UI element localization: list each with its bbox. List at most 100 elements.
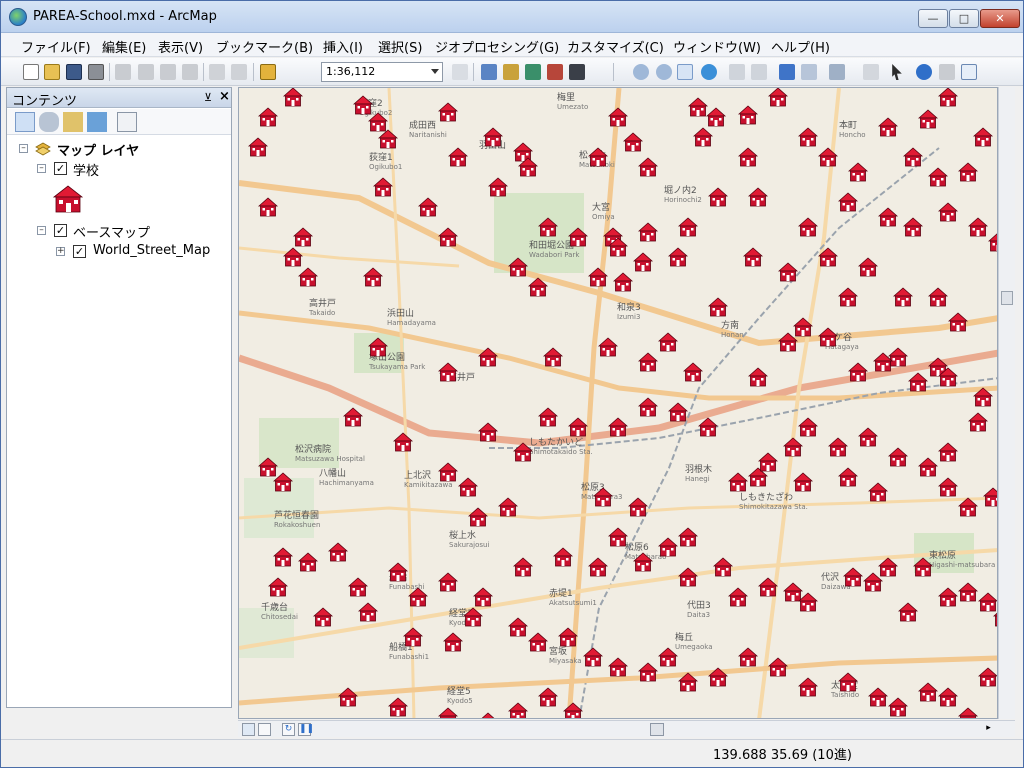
group-visibility-checkbox[interactable]: ✓	[54, 224, 67, 237]
layout-view-icon[interactable]	[258, 723, 271, 736]
cut-icon[interactable]	[115, 64, 131, 80]
full-extent-icon[interactable]	[701, 64, 717, 80]
open-folder-icon[interactable]	[44, 64, 60, 80]
pause-drawing-icon[interactable]: ❚❚	[298, 723, 314, 736]
map-vertical-scrollbar[interactable]	[998, 87, 1015, 719]
collapse-icon[interactable]: –	[37, 164, 46, 173]
menu-file[interactable]: ファイル(F)	[21, 37, 91, 56]
identify-icon[interactable]	[916, 64, 932, 80]
menu-bar: ファイル(F) 編集(E) 表示(V) ブックマーク(B) 挿入(I) 選択(S…	[1, 33, 1023, 57]
select-features-icon[interactable]	[829, 64, 845, 80]
horizontal-scroll-thumb[interactable]	[650, 723, 664, 736]
zoom-out-icon[interactable]	[656, 64, 672, 80]
toc-header: コンテンツ ⊻ ×	[7, 88, 231, 109]
toc-title: コンテンツ	[12, 94, 78, 109]
menu-customize[interactable]: カスタマイズ(C)	[567, 37, 664, 56]
editor-toolbar-icon[interactable]	[452, 64, 468, 80]
save-icon[interactable]	[66, 64, 82, 80]
forward-arrow-icon[interactable]	[801, 64, 817, 80]
toc-window-icon[interactable]	[481, 64, 497, 80]
new-document-icon[interactable]	[23, 64, 39, 80]
catalog-window-icon[interactable]	[503, 64, 519, 80]
standard-toolbar: 1:36,112	[1, 58, 1023, 86]
map-place-label: 羽根木	[685, 463, 712, 475]
close-button[interactable]: ✕	[980, 9, 1020, 28]
menu-insert[interactable]: 挿入(I)	[323, 37, 363, 56]
arcmap-app-icon	[9, 8, 27, 26]
back-arrow-icon[interactable]	[779, 64, 795, 80]
refresh-icon[interactable]: ↻	[282, 723, 295, 736]
minimize-button[interactable]: —	[918, 9, 948, 28]
layer-label-street-map[interactable]: World_Street_Map	[93, 243, 210, 258]
layer-row-school[interactable]: – ✓ 学校	[7, 160, 231, 179]
map-place-sublabel: Shimokitazawa Sta.	[739, 503, 808, 511]
group-row-basemap[interactable]: – ✓ ベースマップ	[7, 222, 231, 241]
menu-geoprocessing[interactable]: ジオプロセシング(G)	[435, 37, 559, 56]
list-by-drawing-order-icon[interactable]	[15, 112, 35, 132]
close-icon[interactable]: ×	[219, 89, 230, 104]
menu-window[interactable]: ウィンドウ(W)	[673, 37, 761, 56]
delete-icon[interactable]	[182, 64, 198, 80]
toc-toolbar	[7, 109, 231, 135]
pan-hand-icon[interactable]	[677, 64, 693, 80]
collapse-icon[interactable]: –	[37, 226, 46, 235]
chevron-down-icon	[431, 69, 439, 74]
menu-edit[interactable]: 編集(E)	[102, 37, 146, 56]
layer-visibility-checkbox[interactable]: ✓	[73, 245, 86, 258]
print-icon[interactable]	[88, 64, 104, 80]
map-place-sublabel: Kamikitazawa	[404, 481, 453, 489]
map-place-sublabel: Sakurajosui	[449, 541, 489, 549]
map-layers-label[interactable]: マップ レイヤ	[57, 140, 139, 159]
menu-view[interactable]: 表示(V)	[158, 37, 203, 56]
menu-bookmarks[interactable]: ブックマーク(B)	[216, 37, 313, 56]
map-place-label: 赤堤1	[549, 588, 573, 599]
data-view-icon[interactable]	[242, 723, 255, 736]
list-by-selection-icon[interactable]	[87, 112, 107, 132]
collapse-icon[interactable]: –	[19, 144, 28, 153]
paste-icon[interactable]	[160, 64, 176, 80]
map-place-label: 八幡山	[319, 467, 346, 479]
clear-selection-icon[interactable]	[863, 64, 879, 80]
options-icon[interactable]	[117, 112, 137, 132]
layer-visibility-checkbox[interactable]: ✓	[54, 162, 67, 175]
expand-icon[interactable]: +	[56, 247, 65, 256]
hyperlink-icon[interactable]	[939, 64, 955, 80]
fixed-zoom-in-icon[interactable]	[729, 64, 745, 80]
map-place-sublabel: Hachimanyama	[319, 479, 374, 487]
scroll-right-icon[interactable]: ▸	[982, 723, 995, 736]
menu-help[interactable]: ヘルプ(H)	[771, 37, 830, 56]
map-place-label: 代沢	[821, 571, 839, 583]
layer-label-school[interactable]: 学校	[73, 160, 99, 179]
map-place-sublabel: Chitosedai	[261, 613, 298, 621]
map-place-label: 代田3	[687, 600, 711, 611]
map-place-sublabel: Matsuzawa Hospital	[295, 455, 365, 463]
group-label-basemap[interactable]: ベースマップ	[73, 222, 150, 241]
list-by-visibility-icon[interactable]	[63, 112, 83, 132]
undo-icon[interactable]	[209, 64, 225, 80]
maximize-button[interactable]: □	[949, 9, 979, 28]
map-place-label: 和田堀公園	[529, 240, 574, 251]
select-elements-icon[interactable]	[892, 64, 902, 80]
menu-selection[interactable]: 選択(S)	[378, 37, 422, 56]
html-popup-icon[interactable]	[961, 64, 977, 80]
add-data-icon[interactable]	[260, 64, 276, 80]
fixed-zoom-out-icon[interactable]	[751, 64, 767, 80]
python-window-icon[interactable]	[569, 64, 585, 80]
scrollbar-thumb[interactable]	[1001, 291, 1013, 305]
pin-icon[interactable]: ⊻	[204, 91, 212, 104]
map-place-label: しもたかいど	[529, 437, 583, 448]
search-window-icon[interactable]	[525, 64, 541, 80]
map-place-sublabel: Daita3	[687, 611, 710, 619]
zoom-in-icon[interactable]	[633, 64, 649, 80]
layer-row-street-map[interactable]: + ✓ World_Street_Map	[7, 243, 231, 261]
copy-icon[interactable]	[138, 64, 154, 80]
map-place-label: 東松原	[929, 549, 956, 561]
map-place-sublabel: Honcho	[839, 131, 866, 139]
list-by-source-icon[interactable]	[39, 112, 59, 132]
arctoolbox-icon[interactable]	[547, 64, 563, 80]
map-view[interactable]: 荻窪2Ogikubo2成田西Naritanishi梅里Umezato松ノ木Mat…	[238, 87, 998, 719]
redo-icon[interactable]	[231, 64, 247, 80]
map-canvas[interactable]: 荻窪2Ogikubo2成田西Naritanishi梅里Umezato松ノ木Mat…	[239, 88, 998, 719]
map-scale-select[interactable]: 1:36,112	[321, 62, 443, 82]
map-place-label: 経堂5	[447, 685, 471, 697]
